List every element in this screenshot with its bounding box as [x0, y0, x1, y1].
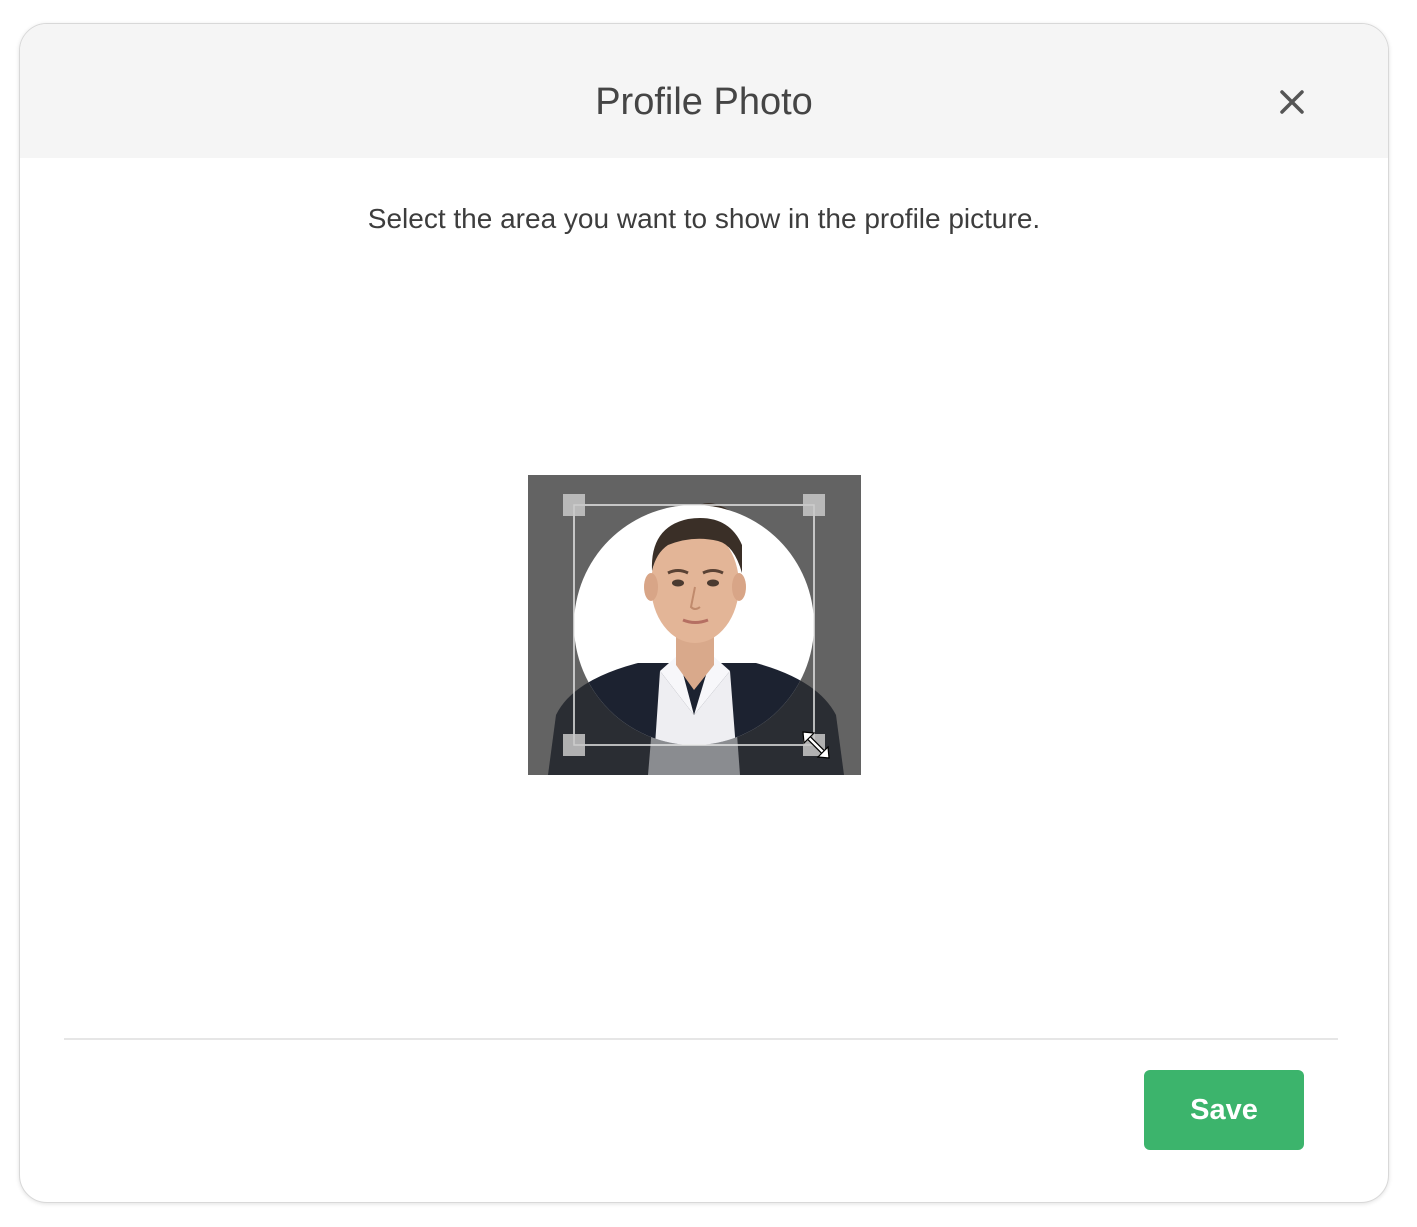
footer-divider — [64, 1038, 1338, 1040]
crop-handle-top-right[interactable] — [803, 494, 825, 516]
crop-handle-bottom-left[interactable] — [563, 734, 585, 756]
image-crop-area[interactable] — [528, 475, 861, 775]
save-button[interactable]: Save — [1144, 1070, 1304, 1150]
close-icon — [1280, 90, 1304, 114]
dialog-header: Profile Photo — [20, 24, 1388, 158]
diagonal-resize-icon[interactable] — [799, 728, 833, 762]
instruction-text: Select the area you want to show in the … — [367, 203, 1041, 234]
dialog-title: Profile Photo — [595, 81, 813, 123]
crop-handle-top-left[interactable] — [563, 494, 585, 516]
profile-photo-dialog: Profile Photo Select the area you want t… — [19, 23, 1389, 1203]
close-button[interactable] — [1272, 82, 1312, 122]
